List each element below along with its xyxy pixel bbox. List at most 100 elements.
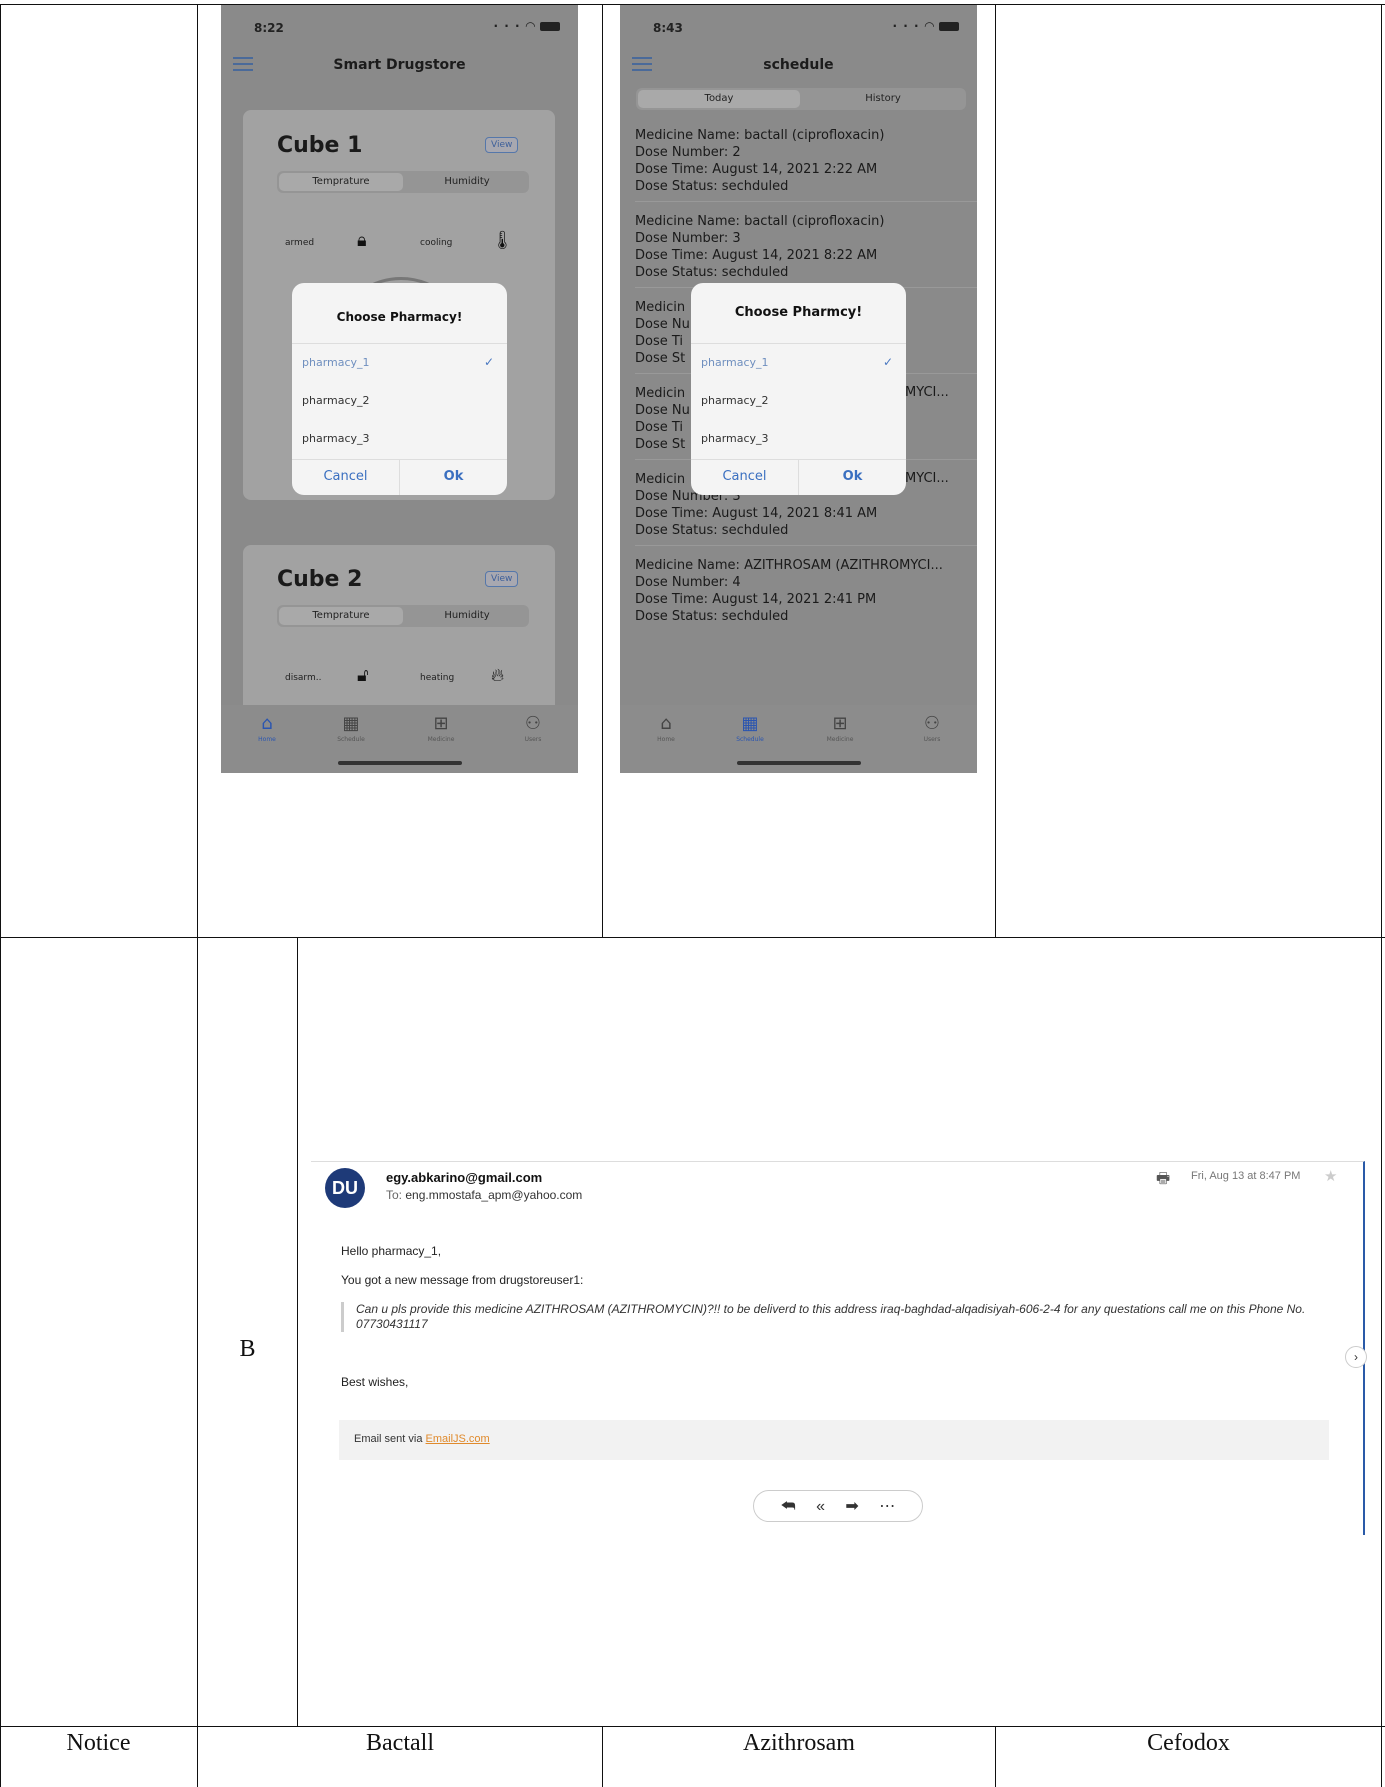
row-label-b: B	[239, 1336, 256, 1362]
users-icon: ⚇	[524, 713, 542, 734]
tab-users-label: Users	[923, 736, 941, 743]
pharmacy-option-1[interactable]: pharmacy_1	[701, 356, 769, 369]
segment-temperature[interactable]: Temprature	[279, 173, 403, 191]
tab-medicine[interactable]: ⊞ Medicine	[421, 713, 461, 743]
email-actions: ⮪ « ➡ ⋯	[753, 1490, 923, 1522]
cube-1-title: Cube 1	[277, 133, 363, 158]
tab-medicine[interactable]: ⊞ Medicine	[820, 713, 860, 743]
schedule-entry[interactable]: Medicine Name: AZITHROSAM (AZITHROMYCI..…	[635, 557, 967, 625]
cube-1-view-button[interactable]: View	[485, 137, 519, 153]
table-col-divider-3-top	[995, 4, 996, 938]
status-bar: 8:43 · · · ◠	[620, 5, 977, 49]
wifi-icon: ◠	[525, 19, 536, 33]
tab-users-label: Users	[524, 736, 542, 743]
tab-users[interactable]: ⚇ Users	[912, 713, 952, 743]
entry-dose-status: Dose Status: sechduled	[635, 265, 789, 280]
flame-icon: 🔥︎	[491, 665, 505, 686]
status-bar: 8:22 · · · ◠	[221, 5, 578, 49]
reply-all-icon[interactable]: «	[816, 1498, 825, 1515]
cube-2-segmented-control[interactable]: Temprature Humidity	[277, 605, 529, 627]
schedule-entry[interactable]: Medicine Name: bactall (ciprofloxacin) D…	[635, 127, 967, 195]
pharmacy-option-2[interactable]: pharmacy_2	[701, 394, 769, 407]
segment-today[interactable]: Today	[638, 90, 800, 108]
next-arrow-icon[interactable]: ›	[1345, 1346, 1367, 1368]
entry-dose-number: Dose Number: 2	[635, 145, 741, 160]
tab-schedule[interactable]: ▦ Schedule	[331, 713, 371, 743]
forward-icon[interactable]: ➡	[845, 1498, 858, 1515]
tab-users[interactable]: ⚇ Users	[513, 713, 553, 743]
tab-schedule-label: Schedule	[736, 736, 764, 743]
recipient-line: To: eng.mmostafa_apm@yahoo.com	[386, 1188, 582, 1202]
tab-home[interactable]: ⌂ Home	[247, 713, 287, 743]
segment-temperature[interactable]: Temprature	[279, 607, 403, 625]
table-border-left	[0, 4, 1, 1787]
table-row-divider-2	[0, 1726, 1385, 1727]
entry-dose-time: Dose Time: August 14, 2021 8:41 AM	[635, 506, 878, 521]
cancel-button[interactable]: Cancel	[292, 469, 399, 484]
cube-1-segmented-control[interactable]: Temprature Humidity	[277, 171, 529, 193]
table-row-divider-1	[0, 937, 1385, 938]
schedule-entry[interactable]: Medicine Name: bactall (ciprofloxacin) D…	[635, 213, 967, 281]
star-icon[interactable]: ★	[1324, 1167, 1337, 1185]
tab-home[interactable]: ⌂ Home	[646, 713, 686, 743]
tab-bar: ⌂ Home ▦ Schedule ⊞ Medicine ⚇ Users	[221, 705, 578, 773]
divider	[635, 545, 977, 546]
email-signoff: Best wishes,	[341, 1375, 409, 1389]
cube-1-armed-label: armed	[285, 238, 315, 248]
today-history-segmented-control[interactable]: Today History	[636, 88, 966, 110]
status-indicators: · · · ◠	[893, 19, 959, 33]
entry-name-tail: MYCI...	[905, 471, 949, 486]
recipient-address[interactable]: eng.mmostafa_apm@yahoo.com	[405, 1188, 582, 1202]
ok-button[interactable]: Ok	[400, 469, 507, 484]
status-time: 8:22	[254, 21, 284, 35]
cube-2-view-button[interactable]: View	[485, 571, 519, 587]
tab-bar: ⌂ Home ▦ Schedule ⊞ Medicine ⚇ Users	[620, 705, 977, 773]
thermometer-icon: 🌡︎	[491, 230, 514, 251]
entry-dose-status: Dose Status: sechduled	[635, 523, 789, 538]
unlock-icon: 🔓︎	[357, 665, 369, 686]
cube-1-cooling-label: cooling	[420, 238, 453, 248]
status-indicators: · · · ◠	[494, 19, 560, 33]
cube-2-disarmed-label: disarm..	[285, 673, 322, 683]
to-label: To:	[386, 1188, 403, 1202]
home-indicator	[337, 761, 462, 765]
page-title: Smart Drugstore	[333, 57, 466, 73]
email-footer: Email sent via EmailJS.com	[339, 1420, 1329, 1460]
email-intro: You got a new message from drugstoreuser…	[341, 1273, 584, 1287]
cell-azithrosam: Azithrosam	[743, 1730, 855, 1756]
emailjs-link[interactable]: EmailJS.com	[426, 1433, 490, 1445]
segment-humidity[interactable]: Humidity	[405, 610, 529, 621]
pharmacy-option-3[interactable]: pharmacy_3	[701, 432, 769, 445]
ok-button[interactable]: Ok	[799, 469, 906, 484]
choose-pharmacy-dialog: Choose Pharmacy! pharmacy_1 ✓ pharmacy_2…	[292, 283, 507, 495]
email-quoted-message: Can u pls provide this medicine AZITHROS…	[341, 1302, 1331, 1332]
sender-address[interactable]: egy.abkarino@gmail.com	[386, 1170, 542, 1185]
segment-humidity[interactable]: Humidity	[405, 176, 529, 187]
entry-dose-status: Dose Status: sechduled	[635, 179, 789, 194]
lock-icon: 🔒︎	[357, 230, 367, 251]
table-col-divider-1	[197, 4, 198, 1787]
entry-dose-time: Dose Time: August 14, 2021 8:22 AM	[635, 248, 878, 263]
segment-history[interactable]: History	[802, 93, 964, 104]
cube-2-title: Cube 2	[277, 567, 363, 592]
printer-icon[interactable]: 🖶︎	[1156, 1168, 1170, 1193]
table-border-right	[1381, 4, 1382, 1787]
status-time: 8:43	[653, 21, 683, 35]
home-indicator	[736, 761, 861, 765]
divider	[292, 343, 507, 344]
pharmacy-option-1[interactable]: pharmacy_1	[302, 356, 370, 369]
entry-dose-number: Dose Number: 4	[635, 575, 741, 590]
reply-icon[interactable]: ⮪	[781, 1498, 796, 1515]
more-icon[interactable]: ⋯	[879, 1498, 895, 1515]
tab-home-label: Home	[657, 736, 675, 743]
entry-medicine-name: Medicine Name: bactall (ciprofloxacin)	[635, 128, 885, 143]
tab-schedule[interactable]: ▦ Schedule	[730, 713, 770, 743]
pharmacy-option-2[interactable]: pharmacy_2	[302, 394, 370, 407]
email-date: Fri, Aug 13 at 8:47 PM	[1191, 1170, 1301, 1182]
cancel-button[interactable]: Cancel	[691, 469, 798, 484]
home-icon: ⌂	[660, 713, 672, 734]
divider	[635, 201, 977, 202]
checkmark-icon: ✓	[883, 355, 894, 369]
pharmacy-option-3[interactable]: pharmacy_3	[302, 432, 370, 445]
entry-dose-number: Dose Number: 3	[635, 231, 741, 246]
